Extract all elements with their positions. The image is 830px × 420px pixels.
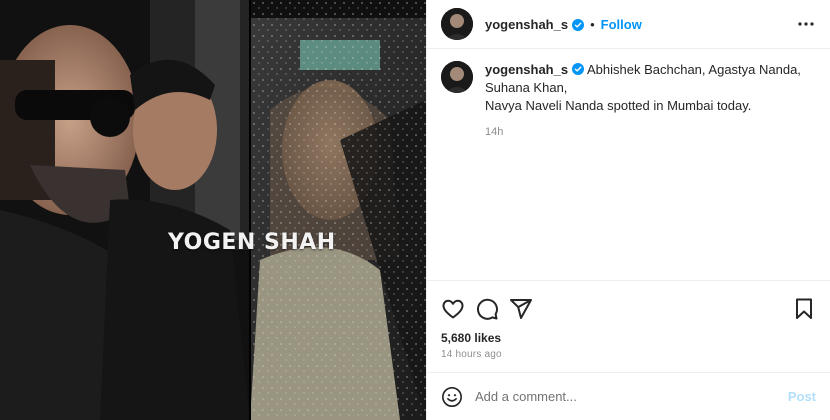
- caption-avatar[interactable]: [441, 61, 473, 93]
- caption-text-line2: Navya Naveli Nanda spotted in Mumbai tod…: [485, 98, 752, 113]
- follow-button[interactable]: Follow: [601, 17, 642, 32]
- likes-count[interactable]: 5,680 likes: [441, 331, 816, 345]
- action-icons: [441, 289, 816, 329]
- post-header: yogenshah_s • Follow: [427, 0, 830, 49]
- caption-body: yogenshah_s Abhishek Bachchan, Agastya N…: [485, 61, 816, 141]
- post-timestamp[interactable]: 14 hours ago: [441, 349, 816, 360]
- header-username[interactable]: yogenshah_s: [485, 17, 568, 32]
- share-icon[interactable]: [509, 297, 533, 321]
- bookmark-icon[interactable]: [792, 297, 816, 321]
- emoji-icon[interactable]: [441, 386, 463, 408]
- post-comment-button[interactable]: Post: [788, 389, 816, 404]
- comments-section: yogenshah_s Abhishek Bachchan, Agastya N…: [427, 49, 830, 280]
- comment-icon[interactable]: [475, 297, 499, 321]
- comment-input[interactable]: [475, 389, 788, 404]
- more-horizontal-icon[interactable]: [796, 14, 816, 34]
- separator-dot: •: [590, 16, 595, 32]
- post-photo: [0, 0, 426, 420]
- caption: yogenshah_s Abhishek Bachchan, Agastya N…: [441, 61, 816, 141]
- verified-badge-icon: [572, 62, 585, 75]
- add-comment-bar: Post: [427, 372, 830, 420]
- caption-username[interactable]: yogenshah_s: [485, 62, 568, 77]
- heart-icon[interactable]: [441, 297, 465, 321]
- caption-timestamp[interactable]: 14h: [485, 123, 816, 141]
- verified-badge-icon: [572, 18, 585, 31]
- post-media[interactable]: YOGEN SHAH: [0, 0, 426, 420]
- post-details-panel: yogenshah_s • Follow yogenshah_s Abhishe…: [426, 0, 830, 420]
- watermark-text: YOGEN SHAH: [168, 230, 336, 255]
- instagram-post: YOGEN SHAH yogenshah_s • Follow yogensha…: [0, 0, 830, 420]
- action-bar: 5,680 likes 14 hours ago: [427, 280, 830, 372]
- avatar[interactable]: [441, 8, 473, 40]
